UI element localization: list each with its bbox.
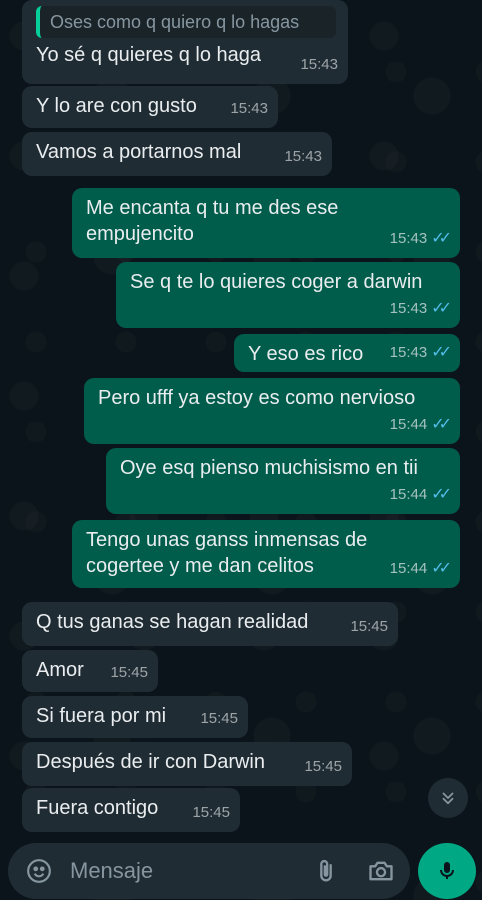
paperclip-icon[interactable]	[312, 857, 340, 885]
message-bubble-outgoing[interactable]: Se q te lo quieres coger a darwin 15:43 ✓…	[116, 262, 460, 328]
message-time: 15:43	[389, 344, 428, 361]
camera-icon[interactable]	[367, 857, 395, 885]
message-bubble-outgoing[interactable]: Pero ufff ya estoy es como nervioso 15:4…	[84, 378, 460, 444]
message-bubble-incoming[interactable]: Fuera contigo 15:45	[22, 788, 240, 832]
read-receipt-icon: ✓✓	[431, 416, 452, 433]
quoted-message[interactable]: Oses como q quiero q lo hagas	[36, 6, 336, 38]
quoted-message-text: Oses como q quiero q lo hagas	[50, 12, 300, 32]
read-receipt-icon: ✓✓	[431, 230, 452, 247]
message-bubble-outgoing[interactable]: Me encanta q tu me des ese empujencito 1…	[72, 188, 460, 258]
message-bubble-incoming[interactable]: Y lo are con gusto 15:43	[22, 86, 278, 128]
chevron-double-down-icon	[442, 792, 454, 805]
message-input[interactable]: Mensaje	[70, 858, 153, 884]
read-receipt-icon: ✓✓	[431, 486, 452, 503]
message-time: 15:43	[230, 100, 268, 117]
message-text: Me encanta q tu me des ese empujencito	[86, 197, 339, 245]
message-time: 15:45	[110, 664, 148, 681]
message-bubble-outgoing[interactable]: Y eso es rico 15:43 ✓✓	[234, 334, 460, 372]
emoji-icon[interactable]	[26, 858, 52, 884]
message-text: Q tus ganas se hagan realidad	[36, 611, 309, 633]
message-text: Se q te lo quieres coger a darwin	[130, 271, 423, 293]
message-bubble-incoming[interactable]: Amor 15:45	[22, 650, 158, 692]
message-time: 15:45	[200, 710, 238, 727]
message-bubble-outgoing[interactable]: Tengo unas ganss inmensas de cogertee y …	[72, 520, 460, 588]
message-text: Yo sé q quieres q lo haga	[36, 44, 261, 66]
message-time: 15:43	[284, 148, 322, 165]
message-text: Vamos a portarnos mal	[36, 141, 242, 163]
read-receipt-icon: ✓✓	[431, 560, 452, 577]
message-bubble-incoming[interactable]: Q tus ganas se hagan realidad 15:45	[22, 602, 398, 646]
message-time: 15:45	[350, 618, 388, 635]
mic-icon	[440, 862, 454, 879]
message-bubble-incoming[interactable]: Vamos a portarnos mal 15:43	[22, 132, 332, 176]
message-text: Oye esq pienso muchisismo en tii	[120, 457, 418, 479]
message-time: 15:43	[389, 300, 428, 317]
message-text: Después de ir con Darwin	[36, 751, 265, 773]
message-time: 15:44	[389, 560, 428, 577]
scroll-to-bottom-button[interactable]	[428, 778, 468, 818]
message-time: 15:45	[304, 758, 342, 775]
message-time: 15:45	[192, 804, 230, 821]
message-bubble-incoming[interactable]: Si fuera por mi 15:45	[22, 696, 248, 738]
message-time: 15:44	[389, 416, 428, 433]
message-bubble-incoming[interactable]: Después de ir con Darwin 15:45	[22, 742, 352, 786]
message-bubble-incoming[interactable]: Oses como q quiero q lo hagas Yo sé q qu…	[22, 0, 348, 84]
message-time: 15:43	[389, 230, 428, 247]
read-receipt-icon: ✓✓	[431, 344, 452, 361]
message-bubble-outgoing[interactable]: Oye esq pienso muchisismo en tii 15:44 ✓✓	[106, 448, 460, 514]
message-composer[interactable]: Mensaje	[8, 843, 410, 899]
read-receipt-icon: ✓✓	[431, 300, 452, 317]
voice-message-button[interactable]	[418, 843, 476, 899]
message-time: 15:44	[389, 486, 428, 503]
message-text: Tengo unas ganss inmensas de cogertee y …	[86, 529, 368, 577]
message-text: Pero ufff ya estoy es como nervioso	[98, 387, 416, 409]
message-text: Y eso es rico	[248, 343, 364, 365]
message-time: 15:43	[300, 56, 338, 73]
